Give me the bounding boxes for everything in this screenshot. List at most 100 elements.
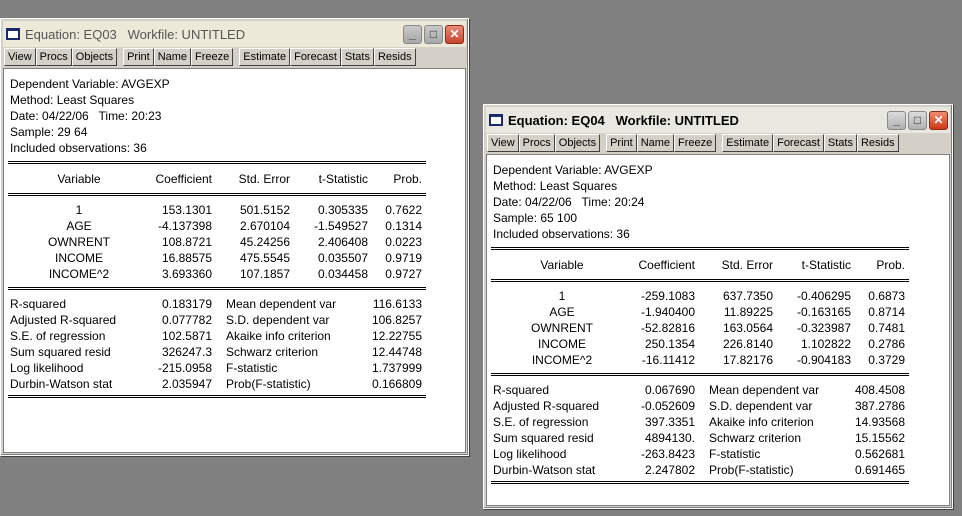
column-header: Prob. — [876, 258, 905, 272]
close-button[interactable]: ✕ — [445, 24, 464, 44]
header-line: Date: 04/22/06 Time: 20:23 — [10, 109, 162, 123]
maximize-button[interactable]: □ — [908, 110, 927, 130]
objects-button[interactable]: Objects — [554, 134, 601, 152]
title-bar[interactable]: Equation: EQ04 Workfile: UNTITLED _ □ ✕ — [486, 107, 950, 133]
table-rule — [8, 161, 426, 164]
stat-label: Schwarz criterion — [709, 431, 802, 445]
header-line: Date: 04/22/06 Time: 20:24 — [493, 195, 645, 209]
stat-label: Mean dependent var — [709, 383, 820, 397]
minimize-button[interactable]: _ — [403, 24, 422, 44]
equation-window-eq04[interactable]: Equation: EQ04 Workfile: UNTITLED _ □ ✕ … — [483, 104, 953, 509]
title-bar[interactable]: Equation: EQ03 Workfile: UNTITLED _ □ ✕ — [3, 21, 466, 47]
header-line: Method: Least Squares — [493, 179, 618, 193]
header-line: Dependent Variable: AVGEXP — [493, 163, 653, 177]
minimize-icon: _ — [893, 113, 900, 127]
stat-label: Log likelihood — [493, 447, 567, 461]
stat-value: -263.8423 — [640, 447, 695, 461]
maximize-icon: □ — [913, 113, 922, 127]
column-header: Coefficient — [638, 258, 695, 272]
window-icon — [6, 28, 20, 40]
freeze-button[interactable]: Freeze — [191, 48, 234, 66]
table-cell: 163.0564 — [722, 321, 773, 335]
table-rule — [491, 279, 909, 282]
minimize-icon: _ — [409, 27, 416, 41]
table-cell: 108.8721 — [161, 235, 212, 249]
stat-value: 116.6133 — [372, 297, 422, 311]
stat-label: S.E. of regression — [10, 329, 106, 343]
table-cell: 0.9727 — [385, 267, 422, 281]
column-header-variable: Variable — [57, 172, 101, 186]
variable-name: INCOME^2 — [48, 267, 110, 281]
stat-value: 1.737999 — [371, 361, 422, 375]
variable-name: OWNRENT — [531, 321, 593, 335]
stat-value: 12.22755 — [371, 329, 422, 343]
stat-label: F-statistic — [709, 447, 761, 461]
print-button[interactable]: Print — [123, 48, 154, 66]
forecast-button[interactable]: Forecast — [290, 48, 341, 66]
header-line: Method: Least Squares — [10, 93, 135, 107]
close-button[interactable]: ✕ — [929, 110, 948, 130]
toolbar: View Procs Objects Print Name Freeze Est… — [4, 48, 416, 66]
table-cell: 501.5152 — [239, 203, 290, 217]
objects-button[interactable]: Objects — [71, 48, 118, 66]
variable-name: INCOME — [538, 337, 586, 351]
output-pane[interactable]: Dependent Variable: AVGEXP Method: Least … — [486, 154, 950, 506]
window-title: Equation: EQ04 Workfile: UNTITLED — [508, 112, 739, 128]
stat-value: 102.5871 — [161, 329, 212, 343]
view-button[interactable]: View — [487, 134, 519, 152]
close-icon: ✕ — [449, 27, 460, 41]
view-button[interactable]: View — [4, 48, 36, 66]
header-line: Included observations: 36 — [493, 227, 630, 241]
resids-button[interactable]: Resids — [856, 134, 899, 152]
stats-button[interactable]: Stats — [340, 48, 374, 66]
table-cell: 2.670104 — [239, 219, 290, 233]
name-button[interactable]: Name — [153, 48, 192, 66]
procs-button[interactable]: Procs — [35, 48, 72, 66]
window-title: Equation: EQ03 Workfile: UNTITLED — [25, 26, 246, 42]
stat-label: Durbin-Watson stat — [10, 377, 113, 391]
estimate-button[interactable]: Estimate — [239, 48, 291, 66]
name-button[interactable]: Name — [636, 134, 675, 152]
table-cell: -1.940400 — [640, 305, 695, 319]
column-header: Prob. — [393, 172, 422, 186]
column-header: Std. Error — [721, 258, 773, 272]
table-cell: 0.0223 — [385, 235, 422, 249]
stats-button[interactable]: Stats — [823, 134, 857, 152]
table-cell: 16.88575 — [161, 251, 212, 265]
procs-button[interactable]: Procs — [518, 134, 555, 152]
variable-name: 1 — [75, 203, 83, 217]
window-icon — [489, 114, 503, 126]
equation-window-eq03[interactable]: Equation: EQ03 Workfile: UNTITLED _ □ ✕ … — [0, 18, 469, 456]
stat-value: 0.691465 — [854, 463, 905, 477]
stat-label: R-squared — [10, 297, 67, 311]
table-cell: 250.1354 — [644, 337, 695, 351]
table-cell: 0.6873 — [868, 289, 905, 303]
stat-value: 387.2786 — [854, 399, 905, 413]
resids-button[interactable]: Resids — [373, 48, 416, 66]
freeze-button[interactable]: Freeze — [674, 134, 717, 152]
variable-name: AGE — [66, 219, 92, 233]
stat-value: -215.0958 — [157, 361, 212, 375]
stat-value: 408.4508 — [854, 383, 905, 397]
output-pane[interactable]: Dependent Variable: AVGEXP Method: Least … — [3, 68, 466, 453]
table-rule — [8, 287, 426, 290]
variable-name: OWNRENT — [48, 235, 110, 249]
stat-value: 0.067690 — [644, 383, 695, 397]
header-line: Dependent Variable: AVGEXP — [10, 77, 170, 91]
stat-value: 0.562681 — [854, 447, 905, 461]
forecast-button[interactable]: Forecast — [773, 134, 824, 152]
maximize-button[interactable]: □ — [424, 24, 443, 44]
table-rule — [8, 193, 426, 196]
table-rule — [8, 395, 426, 398]
stat-value: 15.15562 — [854, 431, 905, 445]
stat-label: S.D. dependent var — [709, 399, 813, 413]
table-cell: 3.693360 — [161, 267, 212, 281]
table-cell: 0.7622 — [385, 203, 422, 217]
variable-name: 1 — [558, 289, 566, 303]
estimate-button[interactable]: Estimate — [722, 134, 774, 152]
stat-label: Durbin-Watson stat — [493, 463, 596, 477]
print-button[interactable]: Print — [606, 134, 637, 152]
minimize-button[interactable]: _ — [887, 110, 906, 130]
table-cell: -16.11412 — [641, 353, 695, 367]
stat-value: 0.183179 — [161, 297, 212, 311]
